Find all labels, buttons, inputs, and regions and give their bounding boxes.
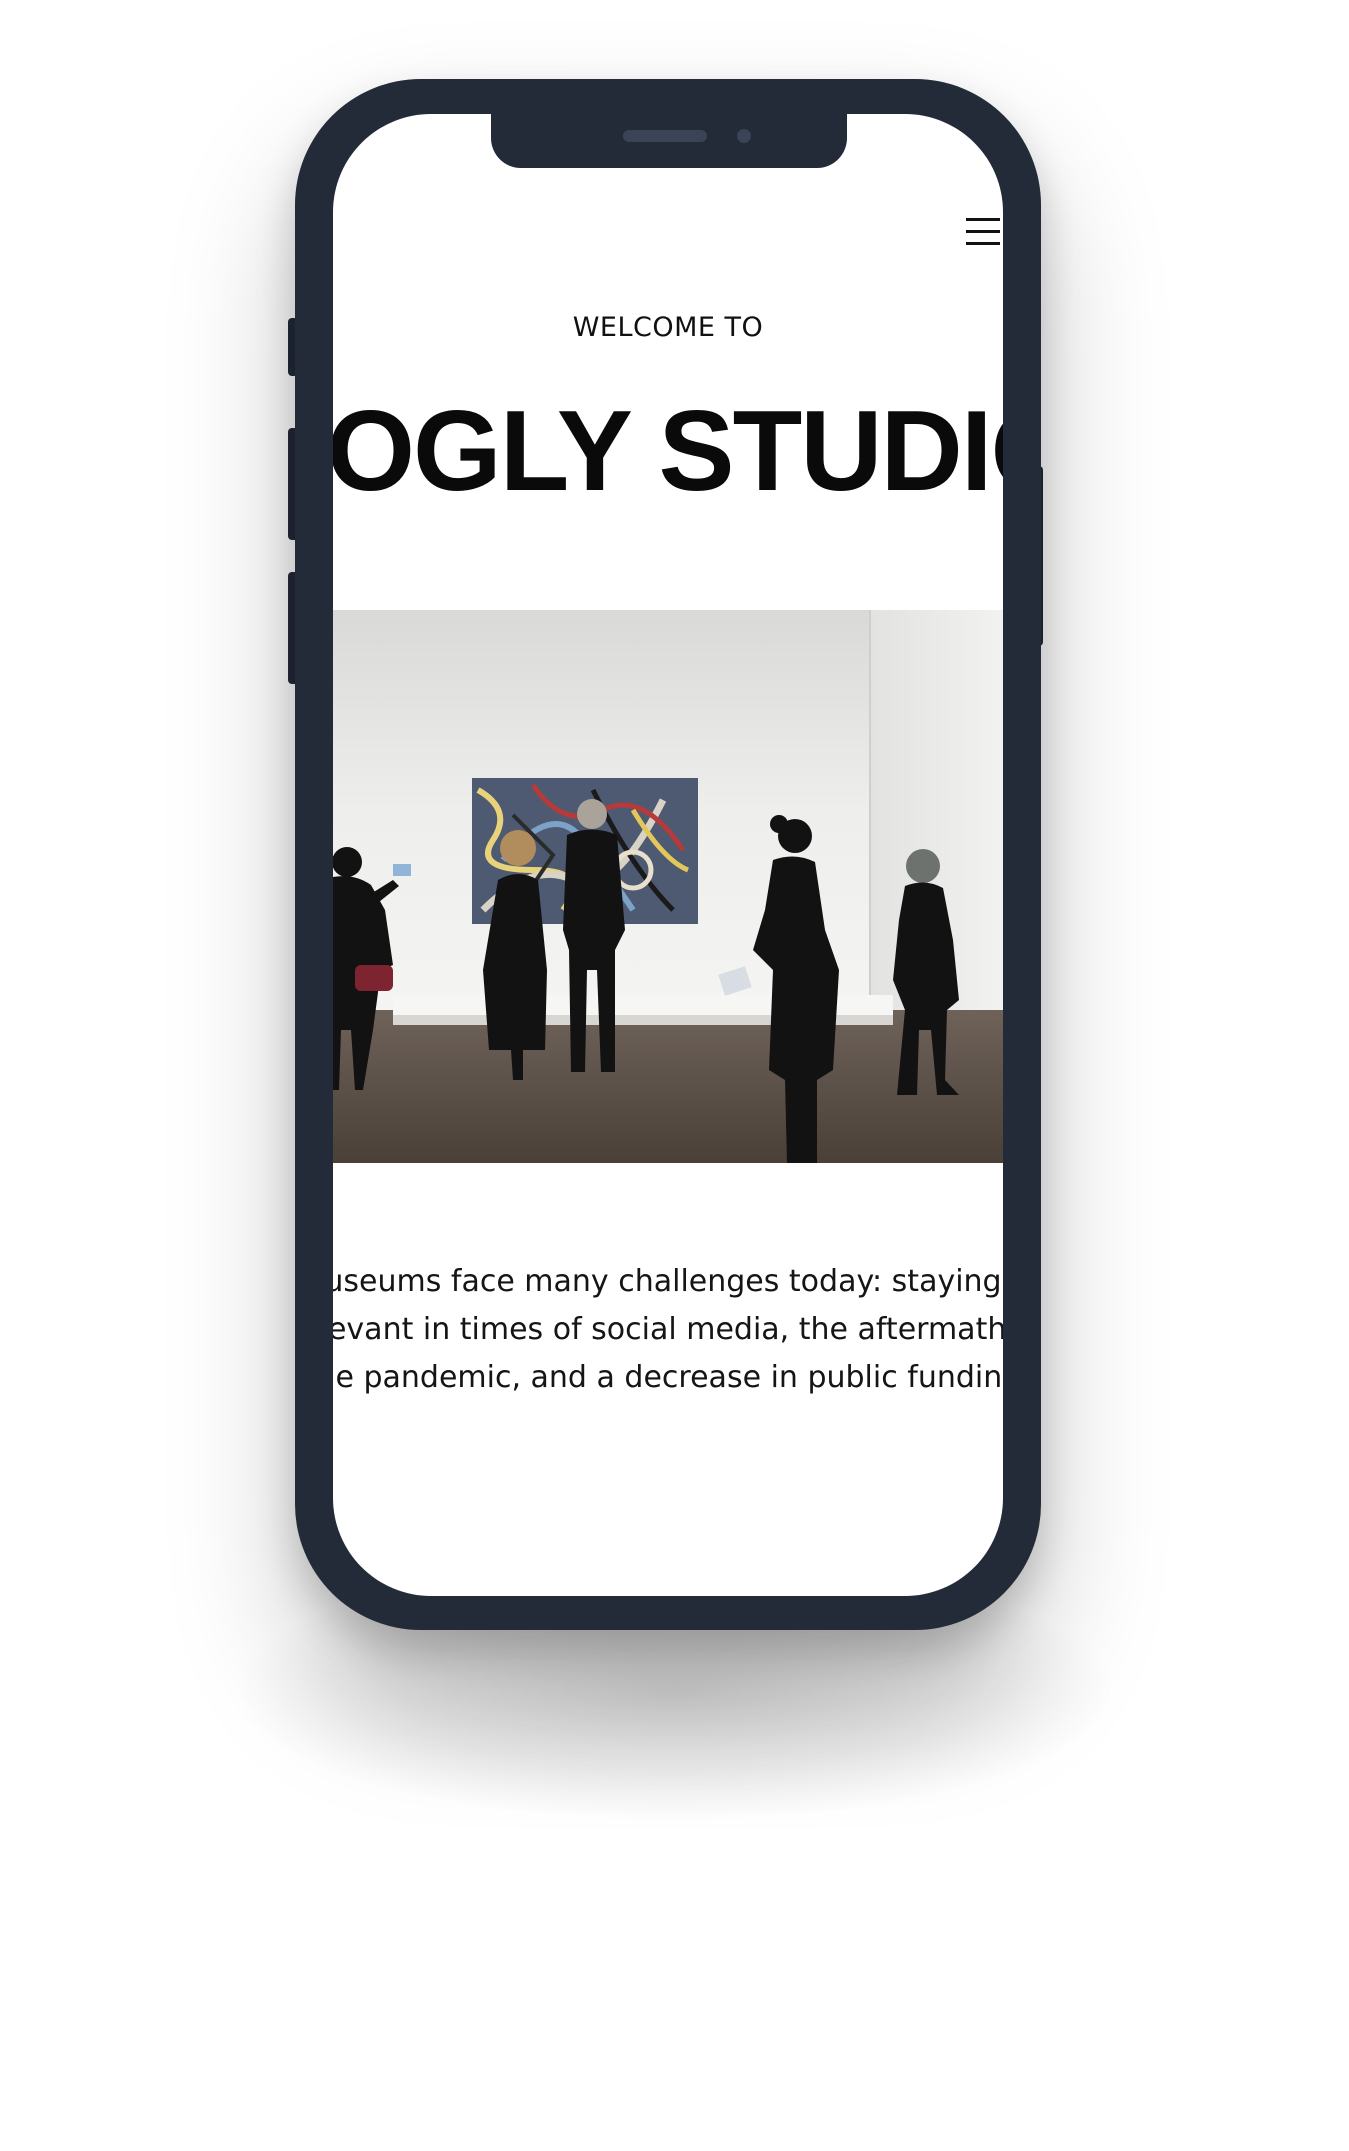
phone-screen: WELCOME TO LOGLY STUDIO bbox=[333, 114, 1003, 1596]
intro-paragraph: useums face many challenges today: stayi… bbox=[333, 1258, 1003, 1402]
intro-line: levant in times of social media, the aft… bbox=[333, 1312, 1003, 1347]
speaker-grille bbox=[623, 130, 707, 142]
mockup-stage: WELCOME TO LOGLY STUDIO bbox=[0, 0, 1349, 2151]
hamburger-menu-icon[interactable] bbox=[966, 218, 1000, 248]
gallery-photo bbox=[333, 610, 1003, 1163]
welcome-kicker: WELCOME TO bbox=[572, 312, 764, 343]
intro-line: the pandemic, and a decrease in public f… bbox=[333, 1360, 1003, 1395]
studio-title: LOGLY STUDIO bbox=[333, 388, 1003, 515]
front-camera-icon bbox=[737, 129, 751, 143]
phone-notch bbox=[491, 114, 847, 168]
intro-line: useums face many challenges today: stayi… bbox=[333, 1264, 1002, 1299]
